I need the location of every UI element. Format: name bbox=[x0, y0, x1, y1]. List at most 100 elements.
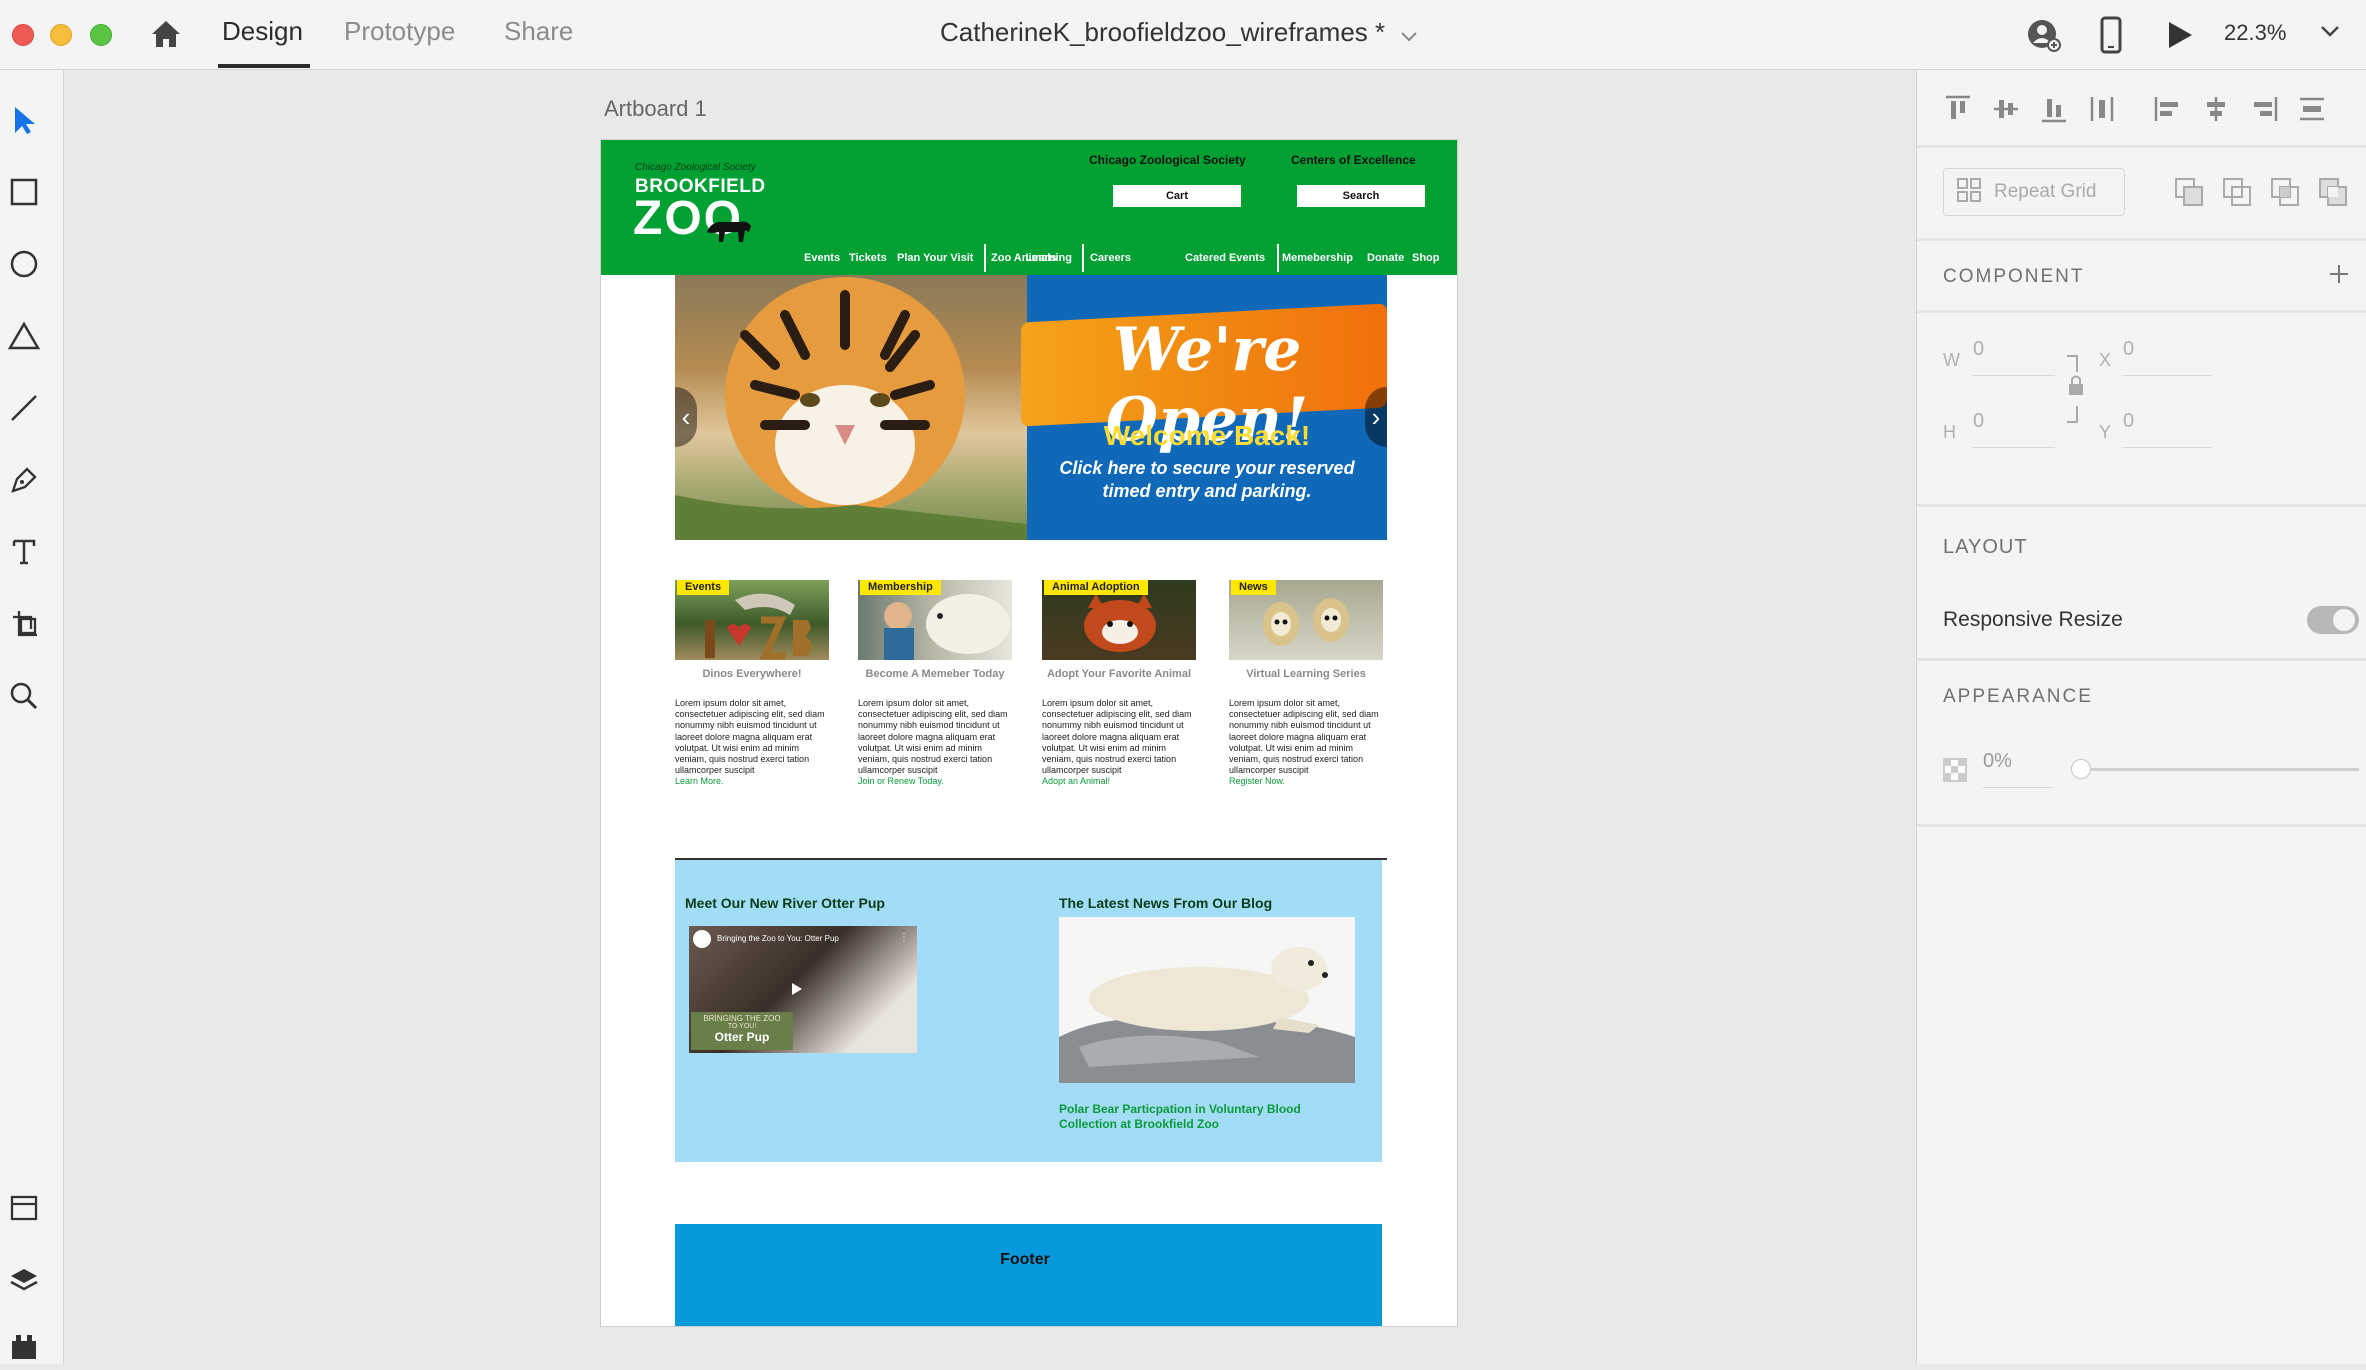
hero-banner[interactable]: ‹ We're Open! Welcome Back! Click here t… bbox=[675, 275, 1387, 540]
boolean-add-icon[interactable] bbox=[2173, 176, 2205, 213]
lock-aspect-icon[interactable] bbox=[2065, 354, 2087, 429]
card-link[interactable]: Join or Renew Today. bbox=[858, 776, 944, 786]
assets-panel-icon[interactable] bbox=[0, 1184, 48, 1232]
panel-divider bbox=[1917, 310, 2366, 313]
card-badge-news: News bbox=[1231, 580, 1276, 595]
y-field[interactable]: 0 bbox=[2123, 410, 2211, 448]
distribute-vertical-icon[interactable] bbox=[2087, 94, 2117, 129]
boolean-subtract-icon[interactable] bbox=[2221, 176, 2253, 213]
blog-polar-bear-image[interactable] bbox=[1059, 917, 1355, 1083]
card-link[interactable]: Register Now. bbox=[1229, 776, 1285, 786]
card-adoption-image: Animal Adoption bbox=[1042, 580, 1196, 660]
header-link-centers[interactable]: Centers of Excellence bbox=[1291, 153, 1416, 167]
height-field[interactable]: 0 bbox=[1973, 410, 2055, 448]
zoom-level[interactable]: 22.3% bbox=[2224, 20, 2286, 46]
x-field[interactable]: 0 bbox=[2123, 338, 2211, 376]
distribute-horizontal-icon[interactable] bbox=[2297, 94, 2327, 129]
card-subtitle: Become A Memeber Today bbox=[865, 668, 1005, 680]
hero-subhead: Welcome Back! bbox=[1103, 420, 1311, 451]
align-bottom-icon[interactable] bbox=[2039, 94, 2069, 129]
card-badge-membership: Membership bbox=[860, 580, 941, 595]
minimize-window-button[interactable] bbox=[50, 24, 72, 46]
boolean-intersect-icon[interactable] bbox=[2269, 176, 2301, 213]
maximize-window-button[interactable] bbox=[90, 24, 112, 46]
document-title[interactable]: CatherineK_broofieldzoo_wireframes * bbox=[940, 17, 1418, 50]
artboard-label[interactable]: Artboard 1 bbox=[604, 96, 707, 122]
nav-divider bbox=[1277, 244, 1279, 272]
text-tool-icon[interactable] bbox=[0, 528, 48, 576]
app-title-bar: Design Prototype Share CatherineK_broofi… bbox=[0, 0, 2366, 70]
card-news[interactable]: News Virtual Learning Series Lorem ipsum… bbox=[1229, 580, 1383, 788]
height-value: 0 bbox=[1973, 410, 1985, 432]
artboard-tool-icon[interactable] bbox=[0, 600, 48, 648]
tab-prototype[interactable]: Prototype bbox=[344, 16, 455, 47]
close-window-button[interactable] bbox=[12, 24, 34, 46]
responsive-resize-label: Responsive Resize bbox=[1943, 608, 2123, 631]
card-subtitle: Adopt Your Favorite Animal bbox=[1046, 668, 1192, 680]
nav-careers[interactable]: Careers bbox=[1090, 252, 1131, 264]
hero-next-arrow-icon[interactable]: › bbox=[1365, 387, 1387, 447]
repeat-grid-button[interactable]: Repeat Grid bbox=[1943, 168, 2125, 216]
rectangle-tool-icon[interactable] bbox=[0, 168, 48, 216]
chevron-down-icon[interactable] bbox=[1400, 19, 1418, 50]
card-events[interactable]: Events Dinos Everywhere! Lorem ipsum dol… bbox=[675, 580, 829, 788]
zoom-tool-icon[interactable] bbox=[0, 672, 48, 720]
video-menu-icon[interactable]: ⋮ bbox=[899, 932, 909, 943]
zoom-chevron-down-icon[interactable] bbox=[2320, 24, 2340, 43]
add-component-icon[interactable] bbox=[2327, 262, 2351, 291]
cart-button[interactable]: Cart bbox=[1113, 185, 1241, 207]
device-preview-icon[interactable] bbox=[2100, 16, 2122, 59]
align-top-icon[interactable] bbox=[1943, 94, 1973, 129]
nav-learning[interactable]: Learning bbox=[1026, 252, 1072, 264]
share-user-icon[interactable] bbox=[2026, 18, 2062, 59]
align-left-icon[interactable] bbox=[2153, 94, 2183, 129]
otter-video-player[interactable]: Bringing the Zoo to You: Otter Pup ⋮ BRI… bbox=[689, 926, 917, 1053]
opacity-field[interactable]: 0% bbox=[1983, 750, 2053, 788]
plugins-panel-icon[interactable] bbox=[0, 1322, 48, 1370]
polygon-tool-icon[interactable] bbox=[0, 312, 48, 360]
nav-catered-events[interactable]: Catered Events bbox=[1185, 252, 1265, 264]
featured-section: Meet Our New River Otter Pup Bringing th… bbox=[675, 860, 1382, 1162]
tab-share[interactable]: Share bbox=[504, 16, 573, 47]
nav-plan-your-visit[interactable]: Plan Your Visit bbox=[897, 252, 973, 264]
blog-caption-line2[interactable]: Collection at Brookfield Zoo bbox=[1059, 1117, 1219, 1131]
nav-donate[interactable]: Donate bbox=[1367, 252, 1404, 264]
y-value: 0 bbox=[2123, 410, 2135, 432]
nav-membership[interactable]: Memebership bbox=[1282, 252, 1353, 264]
property-inspector: Repeat Grid COMPONENT W 0 X 0 H 0 Y 0 LA… bbox=[1916, 70, 2366, 1364]
width-field[interactable]: 0 bbox=[1973, 338, 2055, 376]
home-icon[interactable] bbox=[148, 16, 184, 52]
layout-section-label: LAYOUT bbox=[1943, 536, 2028, 558]
play-preview-icon[interactable] bbox=[2166, 20, 2194, 55]
tab-design[interactable]: Design bbox=[222, 16, 303, 47]
card-membership[interactable]: Membership Become A Memeber Today Lorem … bbox=[858, 580, 1012, 788]
nav-shop[interactable]: Shop bbox=[1412, 252, 1440, 264]
select-tool-icon[interactable] bbox=[0, 96, 48, 144]
responsive-resize-toggle[interactable] bbox=[2307, 606, 2359, 634]
align-right-icon[interactable] bbox=[2249, 94, 2279, 129]
nav-events[interactable]: Events bbox=[804, 252, 840, 264]
line-tool-icon[interactable] bbox=[0, 384, 48, 432]
align-center-icon[interactable] bbox=[2201, 94, 2231, 129]
footer-label: Footer bbox=[1000, 1251, 1050, 1268]
nav-tickets[interactable]: Tickets bbox=[849, 252, 887, 264]
opacity-slider-track[interactable] bbox=[2081, 768, 2359, 771]
repeat-grid-icon bbox=[1956, 177, 1982, 208]
nav-divider bbox=[1082, 244, 1084, 272]
video-play-icon[interactable] bbox=[785, 978, 807, 1000]
repeat-grid-label: Repeat Grid bbox=[1994, 181, 2097, 202]
appearance-section-label: APPEARANCE bbox=[1943, 686, 2093, 707]
card-animal-adoption[interactable]: Animal Adoption Adopt Your Favorite Anim… bbox=[1042, 580, 1196, 788]
opacity-slider-thumb[interactable] bbox=[2071, 759, 2091, 779]
search-button[interactable]: Search bbox=[1297, 185, 1425, 207]
align-middle-icon[interactable] bbox=[1991, 94, 2021, 129]
ellipse-tool-icon[interactable] bbox=[0, 240, 48, 288]
boolean-exclude-icon[interactable] bbox=[2317, 176, 2349, 213]
card-link[interactable]: Adopt an Animal! bbox=[1042, 776, 1110, 786]
card-link[interactable]: Learn More. bbox=[675, 776, 724, 786]
header-link-society[interactable]: Chicago Zoological Society bbox=[1089, 153, 1246, 167]
layers-panel-icon[interactable] bbox=[0, 1256, 48, 1304]
blog-caption-line1[interactable]: Polar Bear Particpation in Voluntary Blo… bbox=[1059, 1102, 1301, 1116]
artboard[interactable]: Chicago Zoological Society BROOKFIELD ZO… bbox=[600, 139, 1458, 1327]
pen-tool-icon[interactable] bbox=[0, 456, 48, 504]
